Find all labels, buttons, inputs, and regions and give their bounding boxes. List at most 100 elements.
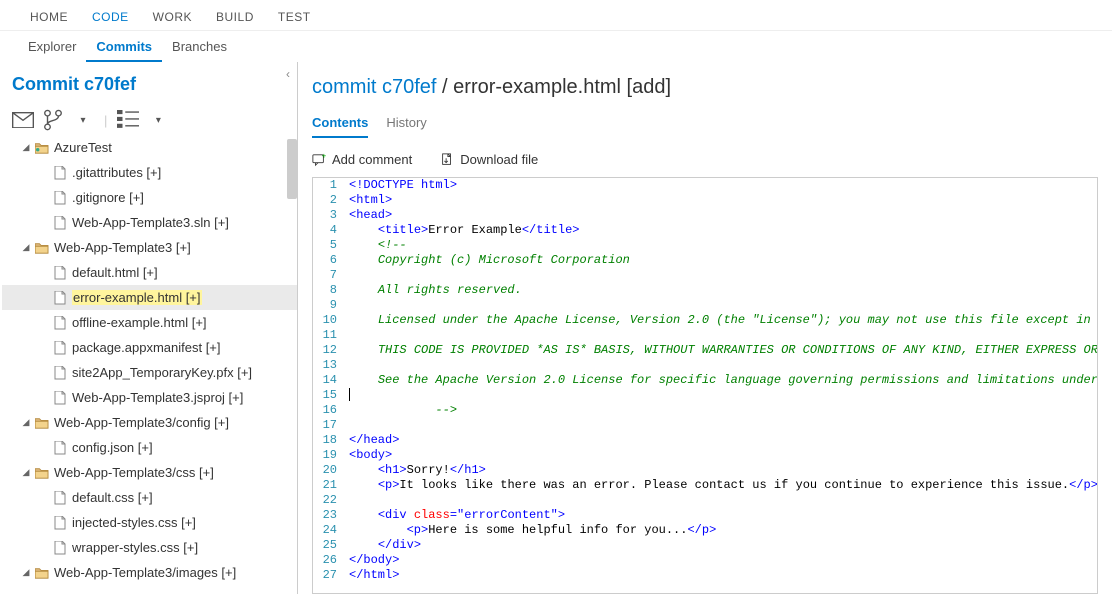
line-number: 13 (313, 358, 345, 373)
tree-twisty-open[interactable]: ◢ (20, 242, 32, 253)
tree-twisty-open[interactable]: ◢ (20, 142, 32, 153)
tree-item[interactable]: ◢AzureTest (2, 135, 297, 160)
tree-item[interactable]: .gitattributes [+] (2, 160, 297, 185)
tree-item[interactable]: default.html [+] (2, 260, 297, 285)
line-number: 15 (313, 388, 345, 403)
svg-text:+: + (322, 153, 326, 160)
tree-item-label: config.json [+] (72, 440, 153, 455)
tree-item[interactable]: wrapper-styles.css [+] (2, 535, 297, 560)
top-nav-home[interactable]: HOME (18, 6, 80, 30)
code-line: 12 THIS CODE IS PROVIDED *AS IS* BASIS, … (313, 343, 1097, 358)
branch-icon[interactable] (42, 111, 64, 129)
breadcrumb: commit c70fef / error-example.html [add] (298, 62, 1112, 105)
code-content (345, 493, 1097, 508)
file-tree: ◢AzureTest.gitattributes [+] .gitignore [… (0, 135, 297, 585)
mail-icon[interactable] (12, 111, 34, 129)
tree-item[interactable]: ◢Web-App-Template3 [+] (2, 235, 297, 260)
line-number: 18 (313, 433, 345, 448)
code-content: <html> (345, 193, 1097, 208)
tree-item[interactable]: Web-App-Template3.jsproj [+] (2, 385, 297, 410)
branch-dropdown-icon[interactable]: ▾ (72, 111, 94, 129)
add-comment-label: Add comment (332, 152, 412, 167)
file-tree-scroll[interactable]: ◢AzureTest.gitattributes [+] .gitignore [… (0, 135, 297, 594)
tree-item-label: error-example.html [+] (72, 290, 202, 305)
code-viewer[interactable]: 1<!DOCTYPE html>2<html>3<head>4 <title>E… (312, 177, 1098, 594)
code-content: <!DOCTYPE html> (345, 178, 1097, 193)
folder-icon (34, 565, 50, 581)
code-content: <h1>Sorry!</h1> (345, 463, 1097, 478)
file-icon (52, 290, 68, 306)
sub-nav-commits[interactable]: Commits (86, 35, 162, 62)
line-number: 27 (313, 568, 345, 583)
tree-item[interactable]: ◢Web-App-Template3/css [+] (2, 460, 297, 485)
code-content: <body> (345, 448, 1097, 463)
line-number: 4 (313, 223, 345, 238)
line-number: 5 (313, 238, 345, 253)
file-icon (52, 490, 68, 506)
code-line: 18</head> (313, 433, 1097, 448)
tree-item[interactable]: ◢Web-App-Template3/config [+] (2, 410, 297, 435)
line-number: 19 (313, 448, 345, 463)
top-nav-test[interactable]: TEST (266, 6, 323, 30)
line-number: 10 (313, 313, 345, 328)
code-content (345, 358, 1097, 373)
tree-item[interactable]: error-example.html [+] (2, 285, 297, 310)
tab-history[interactable]: History (386, 115, 426, 138)
code-content: <div class="errorContent"> (345, 508, 1097, 523)
tree-item-label: site2App_TemporaryKey.pfx [+] (72, 365, 252, 380)
file-icon (52, 315, 68, 331)
tree-item[interactable]: injected-styles.css [+] (2, 510, 297, 535)
list-view-dropdown-icon[interactable]: ▾ (147, 111, 169, 129)
line-number: 26 (313, 553, 345, 568)
top-nav-code[interactable]: CODE (80, 6, 141, 30)
sub-nav-branches[interactable]: Branches (162, 35, 237, 62)
tree-item-label: Web-App-Template3.sln [+] (72, 215, 229, 230)
line-number: 16 (313, 403, 345, 418)
line-number: 8 (313, 283, 345, 298)
file-icon (52, 265, 68, 281)
tree-item[interactable]: config.json [+] (2, 435, 297, 460)
line-number: 6 (313, 253, 345, 268)
line-number: 22 (313, 493, 345, 508)
list-view-icon[interactable] (117, 111, 139, 129)
tree-item[interactable]: site2App_TemporaryKey.pfx [+] (2, 360, 297, 385)
toolbar-separator: | (102, 113, 109, 128)
tree-item[interactable]: package.appxmanifest [+] (2, 335, 297, 360)
tree-twisty-open[interactable]: ◢ (20, 467, 32, 478)
tree-item[interactable]: offline-example.html [+] (2, 310, 297, 335)
code-line: 13 (313, 358, 1097, 373)
download-file-label: Download file (460, 152, 538, 167)
code-line: 23 <div class="errorContent"> (313, 508, 1097, 523)
tree-item-label: .gitignore [+] (72, 190, 144, 205)
code-line: 6 Copyright (c) Microsoft Corporation (313, 253, 1097, 268)
sub-nav-explorer[interactable]: Explorer (18, 35, 86, 62)
tree-item[interactable]: Web-App-Template3.sln [+] (2, 210, 297, 235)
download-file-button[interactable]: Download file (440, 152, 538, 167)
add-comment-button[interactable]: + Add comment (312, 152, 412, 167)
line-number: 7 (313, 268, 345, 283)
top-nav: HOMECODEWORKBUILDTEST (0, 0, 1112, 31)
line-number: 20 (313, 463, 345, 478)
tree-twisty-open[interactable]: ◢ (20, 567, 32, 578)
tree-item-label: package.appxmanifest [+] (72, 340, 221, 355)
breadcrumb-commit-link[interactable]: commit c70fef (312, 76, 436, 98)
right-pane: commit c70fef / error-example.html [add]… (298, 62, 1112, 594)
collapse-pane-button[interactable]: ‹ (278, 66, 298, 82)
scrollbar-thumb[interactable] (287, 139, 297, 199)
tree-twisty-open[interactable]: ◢ (20, 417, 32, 428)
top-nav-build[interactable]: BUILD (204, 6, 266, 30)
code-content: THIS CODE IS PROVIDED *AS IS* BASIS, WIT… (345, 343, 1097, 358)
file-tabs: Contents History (298, 105, 1112, 138)
tree-item[interactable]: ◢Web-App-Template3/images [+] (2, 560, 297, 585)
tree-item[interactable]: default.css [+] (2, 485, 297, 510)
tree-item-label: injected-styles.css [+] (72, 515, 196, 530)
code-content: --> (345, 403, 1097, 418)
tab-contents[interactable]: Contents (312, 115, 368, 138)
code-content: </head> (345, 433, 1097, 448)
code-content (345, 388, 1097, 403)
pane-toolbar: ▾ | ▾ (0, 105, 297, 135)
code-content: See the Apache Version 2.0 License for s… (345, 373, 1097, 388)
tree-item[interactable]: .gitignore [+] (2, 185, 297, 210)
code-line: 14 See the Apache Version 2.0 License fo… (313, 373, 1097, 388)
top-nav-work[interactable]: WORK (141, 6, 204, 30)
